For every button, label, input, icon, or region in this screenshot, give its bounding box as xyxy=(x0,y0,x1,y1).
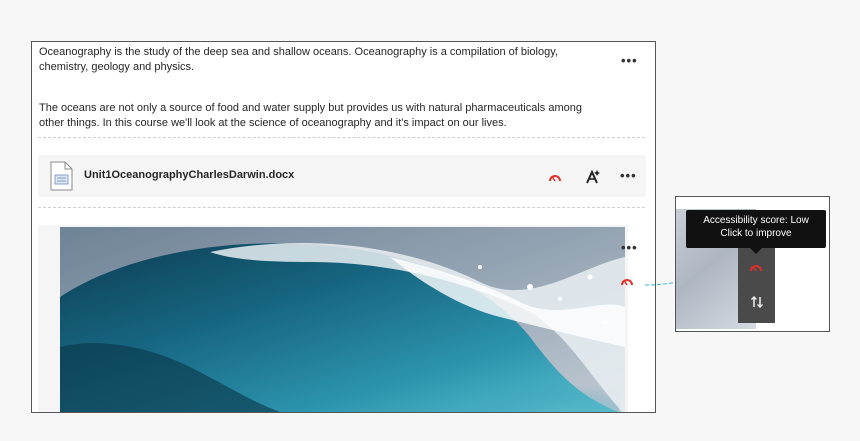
accessibility-score-gauge-icon[interactable] xyxy=(749,262,763,272)
accessibility-score-gauge-icon[interactable] xyxy=(548,172,562,182)
accessibility-tooltip: Accessibility score: Low Click to improv… xyxy=(686,210,826,248)
alternative-formats-icon[interactable] xyxy=(585,169,601,185)
ocean-wave-image xyxy=(60,227,625,412)
file-more-options-button[interactable]: ••• xyxy=(620,169,637,182)
image-accessibility-score-gauge-icon[interactable] xyxy=(620,276,634,286)
more-options-button[interactable]: ••• xyxy=(621,54,638,67)
divider xyxy=(38,137,645,138)
paragraph-oceans-resources: The oceans are not only a source of food… xyxy=(39,102,582,129)
zoomed-callout-frame: Accessibility score: Low Click to improv… xyxy=(675,196,830,332)
divider xyxy=(38,207,645,208)
tooltip-action-text: Click to improve xyxy=(720,228,792,239)
image-attachment-row[interactable] xyxy=(38,225,628,412)
file-name-link[interactable]: Unit1OceanographyCharlesDarwin.docx xyxy=(84,169,294,181)
tooltip-caret xyxy=(750,248,762,254)
reorder-icon[interactable] xyxy=(750,295,764,309)
image-action-panel xyxy=(738,247,775,323)
content-frame: Oceanography is the study of the deep se… xyxy=(31,41,656,413)
paragraph-oceanography-intro: Oceanography is the study of the deep se… xyxy=(39,46,558,73)
file-attachment-row[interactable]: Unit1OceanographyCharlesDarwin.docx ••• xyxy=(38,155,646,197)
image-more-options-button[interactable]: ••• xyxy=(621,241,638,254)
tooltip-score-text: Accessibility score: Low xyxy=(703,215,809,226)
document-icon xyxy=(50,161,73,191)
